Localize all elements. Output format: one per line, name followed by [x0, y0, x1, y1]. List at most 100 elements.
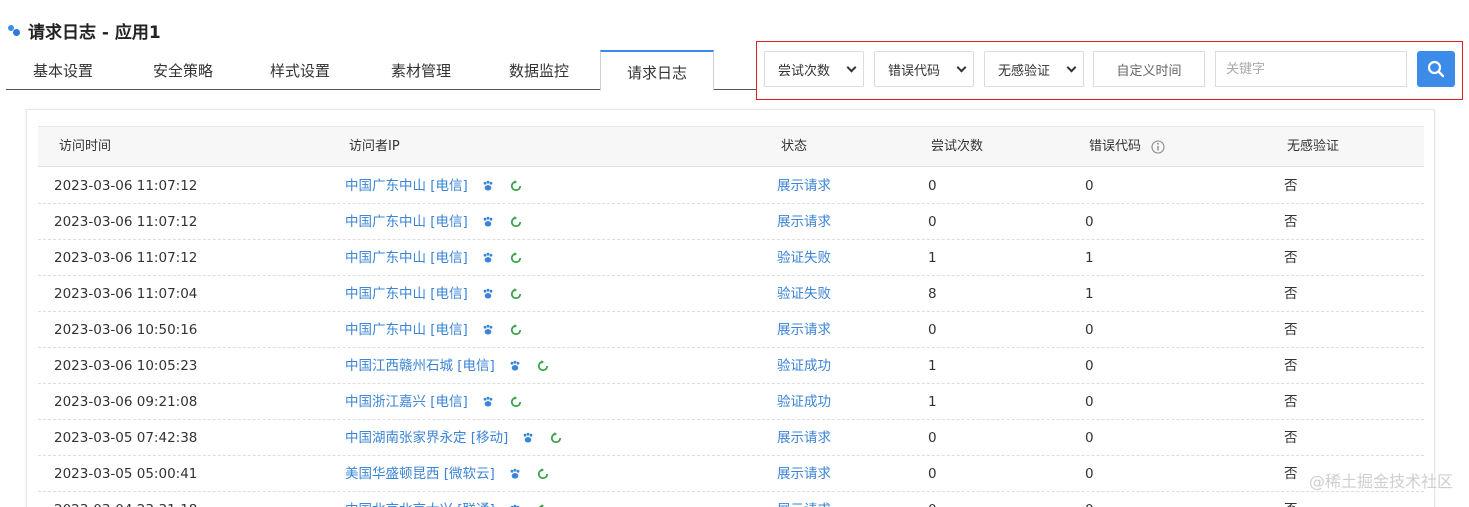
- refresh-icon[interactable]: [550, 432, 562, 444]
- cell-silent-verify: 否: [1284, 430, 1298, 446]
- refresh-icon[interactable]: [510, 180, 522, 192]
- cell-attempts: 0: [928, 322, 937, 338]
- visitor-ip-link[interactable]: 中国北京北京大兴 [联通]: [345, 492, 495, 507]
- filter-toolbar: 尝试次数 错误代码 无感验证 自定义时间: [756, 41, 1463, 100]
- paw-icon[interactable]: [482, 252, 494, 264]
- col-visit-time: 访问时间: [59, 139, 112, 154]
- cell-attempts: 0: [928, 178, 937, 194]
- cell-visitor-ip: 中国湖南张家界永定 [移动]: [345, 420, 562, 456]
- table-row: 2023-03-06 09:21:08 中国浙江嘉兴 [电信] 验证成功 1 0 否: [38, 384, 1424, 420]
- visitor-ip-link[interactable]: 中国广东中山 [电信]: [345, 204, 468, 240]
- cell-error-code: 0: [1085, 322, 1094, 338]
- visitor-ip-link[interactable]: 中国湖南张家界永定 [移动]: [345, 420, 508, 456]
- cell-error-code: 1: [1085, 250, 1094, 266]
- silent-verify-select[interactable]: 无感验证: [984, 51, 1084, 87]
- visitor-ip-link[interactable]: 美国华盛顿昆西 [微软云]: [345, 456, 495, 492]
- tab-asset-management[interactable]: 素材管理: [362, 50, 480, 90]
- cell-visit-time: 2023-03-04 23:31:18: [54, 492, 197, 507]
- refresh-icon[interactable]: [510, 396, 522, 408]
- tab-bar: 基本设置 安全策略 样式设置 素材管理 数据监控 请求日志: [6, 50, 756, 91]
- col-status: 状态: [781, 139, 808, 154]
- cell-visitor-ip: 中国江西赣州石城 [电信]: [345, 348, 549, 384]
- visitor-ip-link[interactable]: 中国浙江嘉兴 [电信]: [345, 384, 468, 420]
- refresh-icon[interactable]: [510, 216, 522, 228]
- cell-visit-time: 2023-03-05 05:00:41: [54, 466, 198, 482]
- status-link[interactable]: 展示请求: [777, 456, 831, 492]
- visitor-ip-link[interactable]: 中国广东中山 [电信]: [345, 240, 468, 276]
- paw-icon[interactable]: [522, 432, 534, 444]
- status-link[interactable]: 验证成功: [777, 348, 831, 384]
- search-button[interactable]: [1417, 51, 1455, 87]
- attempts-select[interactable]: 尝试次数: [764, 51, 864, 87]
- custom-time-button[interactable]: 自定义时间: [1093, 51, 1205, 87]
- cell-silent-verify: 否: [1284, 286, 1298, 302]
- cell-visit-time: 2023-03-06 10:50:16: [54, 322, 198, 338]
- cell-visitor-ip: 中国浙江嘉兴 [电信]: [345, 384, 522, 420]
- cell-attempts: 1: [928, 358, 937, 374]
- cell-silent-verify: 否: [1284, 394, 1298, 410]
- paw-icon[interactable]: [509, 360, 521, 372]
- cell-error-code: 0: [1085, 430, 1094, 446]
- status-link[interactable]: 验证失败: [777, 276, 831, 312]
- status-link[interactable]: 展示请求: [777, 420, 831, 456]
- status-link[interactable]: 验证成功: [777, 384, 831, 420]
- refresh-icon[interactable]: [537, 468, 549, 480]
- status-link[interactable]: 展示请求: [777, 204, 831, 240]
- cell-visitor-ip: 中国广东中山 [电信]: [345, 204, 522, 240]
- cell-attempts: 1: [928, 394, 937, 410]
- cell-visit-time: 2023-03-06 11:07:12: [54, 214, 198, 230]
- status-link[interactable]: 展示请求: [777, 492, 831, 507]
- cell-error-code: 0: [1085, 358, 1094, 374]
- tab-security-policy[interactable]: 安全策略: [120, 50, 246, 90]
- cell-error-code: 0: [1085, 178, 1094, 194]
- tab-data-monitor[interactable]: 数据监控: [480, 50, 598, 90]
- cell-visit-time: 2023-03-06 10:05:23: [54, 358, 198, 374]
- paw-icon[interactable]: [482, 216, 494, 228]
- cell-silent-verify: 否: [1284, 214, 1298, 230]
- status-link[interactable]: 验证失败: [777, 240, 831, 276]
- tab-style-settings[interactable]: 样式设置: [242, 50, 358, 90]
- chevron-down-icon: [956, 62, 967, 72]
- cell-attempts: 0: [928, 430, 937, 446]
- page-header: 请求日志 - 应用1: [8, 18, 161, 43]
- paw-icon[interactable]: [482, 396, 494, 408]
- cell-error-code: 0: [1085, 492, 1094, 507]
- cell-visit-time: 2023-03-06 09:21:08: [54, 394, 198, 410]
- table-row: 2023-03-04 23:31:18 中国北京北京大兴 [联通] 展示请求 0 0 否: [38, 492, 1424, 507]
- paw-icon[interactable]: [482, 180, 494, 192]
- info-icon[interactable]: [1151, 140, 1165, 154]
- cell-attempts: 8: [928, 286, 937, 302]
- cell-visitor-ip: 中国广东中山 [电信]: [345, 168, 522, 204]
- tab-basic-settings[interactable]: 基本设置: [6, 50, 120, 90]
- cell-silent-verify: 否: [1284, 178, 1298, 194]
- cell-error-code: 1: [1085, 286, 1094, 302]
- visitor-ip-link[interactable]: 中国广东中山 [电信]: [345, 168, 468, 204]
- refresh-icon[interactable]: [510, 288, 522, 300]
- paw-icon[interactable]: [482, 288, 494, 300]
- visitor-ip-link[interactable]: 中国江西赣州石城 [电信]: [345, 348, 495, 384]
- paw-icon[interactable]: [509, 468, 521, 480]
- tab-request-log[interactable]: 请求日志: [600, 50, 714, 91]
- log-table-panel: 访问时间 访问者IP 状态 尝试次数 错误代码 无感验证 2023-03-06 …: [26, 109, 1435, 507]
- status-link[interactable]: 展示请求: [777, 168, 831, 204]
- visitor-ip-link[interactable]: 中国广东中山 [电信]: [345, 276, 468, 312]
- visitor-ip-link[interactable]: 中国广东中山 [电信]: [345, 312, 468, 348]
- error-code-select[interactable]: 错误代码: [874, 51, 974, 87]
- table-row: 2023-03-06 10:50:16 中国广东中山 [电信] 展示请求 0 0 否: [38, 312, 1424, 348]
- keyword-input[interactable]: [1215, 51, 1407, 87]
- cell-error-code: 0: [1085, 394, 1094, 410]
- table-row: 2023-03-05 05:00:41 美国华盛顿昆西 [微软云] 展示请求 0 0 否: [38, 456, 1424, 492]
- chevron-down-icon: [1066, 62, 1077, 72]
- refresh-icon[interactable]: [537, 360, 549, 372]
- refresh-icon[interactable]: [510, 252, 522, 264]
- cell-error-code: 0: [1085, 214, 1094, 230]
- paw-icon[interactable]: [482, 324, 494, 336]
- col-error-code: 错误代码: [1089, 127, 1165, 167]
- col-silent-verify: 无感验证: [1287, 139, 1340, 154]
- status-link[interactable]: 展示请求: [777, 312, 831, 348]
- col-error-code-label: 错误代码: [1089, 139, 1142, 154]
- attempts-select-label: 尝试次数: [778, 63, 831, 79]
- cell-silent-verify: 否: [1284, 358, 1298, 374]
- cell-visitor-ip: 中国广东中山 [电信]: [345, 240, 522, 276]
- refresh-icon[interactable]: [510, 324, 522, 336]
